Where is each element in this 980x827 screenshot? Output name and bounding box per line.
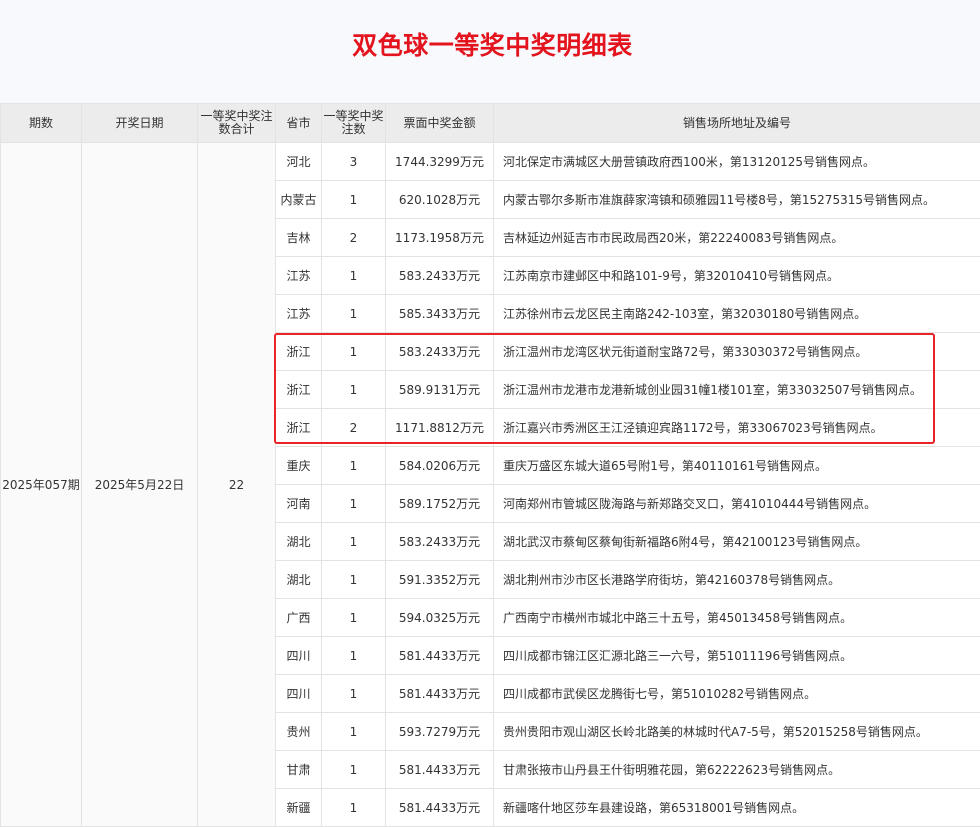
address-cell: 河南郑州市管城区陇海路与新郑路交叉口，第41010444号销售网点。 — [494, 485, 980, 523]
address-cell: 浙江嘉兴市秀洲区王江泾镇迎宾路1172号，第33067023号销售网点。 — [494, 409, 980, 447]
address-cell: 吉林延边州延吉市市民政局西20米，第22240083号销售网点。 — [494, 219, 980, 257]
amount-cell: 581.4433万元 — [386, 751, 494, 789]
header-count: 一等奖中奖注数 — [322, 104, 386, 143]
address-cell: 甘肃张掖市山丹县王什街明雅花园，第62222623号销售网点。 — [494, 751, 980, 789]
count-cell: 1 — [322, 561, 386, 599]
table-body: 2025年057期2025年5月22日22河北31744.3299万元河北保定市… — [1, 143, 980, 827]
amount-cell: 581.4433万元 — [386, 675, 494, 713]
header-total: 一等奖中奖注数合计 — [198, 104, 276, 143]
province-cell: 浙江 — [276, 333, 322, 371]
province-cell: 贵州 — [276, 713, 322, 751]
amount-cell: 589.1752万元 — [386, 485, 494, 523]
address-cell: 四川成都市锦江区汇源北路三一六号，第51011196号销售网点。 — [494, 637, 980, 675]
province-cell: 湖北 — [276, 523, 322, 561]
amount-cell: 1173.1958万元 — [386, 219, 494, 257]
winning-details-table: 期数 开奖日期 一等奖中奖注数合计 省市 一等奖中奖注数 票面中奖金额 销售场所… — [0, 103, 980, 827]
address-cell: 新疆喀什地区莎车县建设路，第65318001号销售网点。 — [494, 789, 980, 827]
province-cell: 甘肃 — [276, 751, 322, 789]
count-cell: 1 — [322, 447, 386, 485]
address-cell: 湖北荆州市沙市区长港路学府街坊，第42160378号销售网点。 — [494, 561, 980, 599]
address-cell: 湖北武汉市蔡甸区蔡甸街新福路6附4号，第42100123号销售网点。 — [494, 523, 980, 561]
amount-cell: 584.0206万元 — [386, 447, 494, 485]
count-cell: 1 — [322, 257, 386, 295]
count-cell: 1 — [322, 789, 386, 827]
province-cell: 江苏 — [276, 257, 322, 295]
province-cell: 重庆 — [276, 447, 322, 485]
amount-cell: 581.4433万元 — [386, 637, 494, 675]
total-cell: 22 — [198, 143, 276, 827]
header-address: 销售场所地址及编号 — [494, 104, 980, 143]
page-title: 双色球一等奖中奖明细表 — [0, 26, 980, 62]
count-cell: 1 — [322, 485, 386, 523]
header-period: 期数 — [1, 104, 82, 143]
count-cell: 3 — [322, 143, 386, 181]
count-cell: 1 — [322, 675, 386, 713]
address-cell: 重庆万盛区东城大道65号附1号，第40110161号销售网点。 — [494, 447, 980, 485]
count-cell: 1 — [322, 181, 386, 219]
title-bar: 双色球一等奖中奖明细表 — [0, 0, 980, 103]
amount-cell: 589.9131万元 — [386, 371, 494, 409]
province-cell: 吉林 — [276, 219, 322, 257]
count-cell: 1 — [322, 713, 386, 751]
date-cell: 2025年5月22日 — [82, 143, 198, 827]
province-cell: 江苏 — [276, 295, 322, 333]
period-cell: 2025年057期 — [1, 143, 82, 827]
table-row: 2025年057期2025年5月22日22河北31744.3299万元河北保定市… — [1, 143, 980, 181]
province-cell: 内蒙古 — [276, 181, 322, 219]
province-cell: 湖北 — [276, 561, 322, 599]
table-header-row: 期数 开奖日期 一等奖中奖注数合计 省市 一等奖中奖注数 票面中奖金额 销售场所… — [1, 104, 980, 143]
header-amount: 票面中奖金额 — [386, 104, 494, 143]
province-cell: 浙江 — [276, 371, 322, 409]
address-cell: 河北保定市满城区大册营镇政府西100米，第13120125号销售网点。 — [494, 143, 980, 181]
header-date: 开奖日期 — [82, 104, 198, 143]
count-cell: 1 — [322, 637, 386, 675]
amount-cell: 1171.8812万元 — [386, 409, 494, 447]
count-cell: 1 — [322, 295, 386, 333]
amount-cell: 585.3433万元 — [386, 295, 494, 333]
count-cell: 2 — [322, 219, 386, 257]
count-cell: 1 — [322, 599, 386, 637]
address-cell: 江苏南京市建邺区中和路101-9号，第32010410号销售网点。 — [494, 257, 980, 295]
address-cell: 内蒙古鄂尔多斯市准旗薛家湾镇和硕雅园11号楼8号，第15275315号销售网点。 — [494, 181, 980, 219]
amount-cell: 620.1028万元 — [386, 181, 494, 219]
address-cell: 浙江温州市龙湾区状元街道耐宝路72号，第33030372号销售网点。 — [494, 333, 980, 371]
address-cell: 四川成都市武侯区龙腾街七号，第51010282号销售网点。 — [494, 675, 980, 713]
address-cell: 江苏徐州市云龙区民主南路242-103室，第32030180号销售网点。 — [494, 295, 980, 333]
amount-cell: 593.7279万元 — [386, 713, 494, 751]
amount-cell: 591.3352万元 — [386, 561, 494, 599]
address-cell: 贵州贵阳市观山湖区长岭北路美的林城时代A7-5号，第52015258号销售网点。 — [494, 713, 980, 751]
count-cell: 1 — [322, 333, 386, 371]
province-cell: 四川 — [276, 637, 322, 675]
amount-cell: 583.2433万元 — [386, 257, 494, 295]
count-cell: 1 — [322, 751, 386, 789]
amount-cell: 1744.3299万元 — [386, 143, 494, 181]
count-cell: 2 — [322, 409, 386, 447]
amount-cell: 583.2433万元 — [386, 523, 494, 561]
header-province: 省市 — [276, 104, 322, 143]
province-cell: 广西 — [276, 599, 322, 637]
province-cell: 河北 — [276, 143, 322, 181]
count-cell: 1 — [322, 523, 386, 561]
amount-cell: 583.2433万元 — [386, 333, 494, 371]
address-cell: 浙江温州市龙港市龙港新城创业园31幢1楼101室，第33032507号销售网点。 — [494, 371, 980, 409]
count-cell: 1 — [322, 371, 386, 409]
province-cell: 浙江 — [276, 409, 322, 447]
address-cell: 广西南宁市横州市城北中路三十五号，第45013458号销售网点。 — [494, 599, 980, 637]
province-cell: 新疆 — [276, 789, 322, 827]
province-cell: 河南 — [276, 485, 322, 523]
amount-cell: 594.0325万元 — [386, 599, 494, 637]
province-cell: 四川 — [276, 675, 322, 713]
amount-cell: 581.4433万元 — [386, 789, 494, 827]
